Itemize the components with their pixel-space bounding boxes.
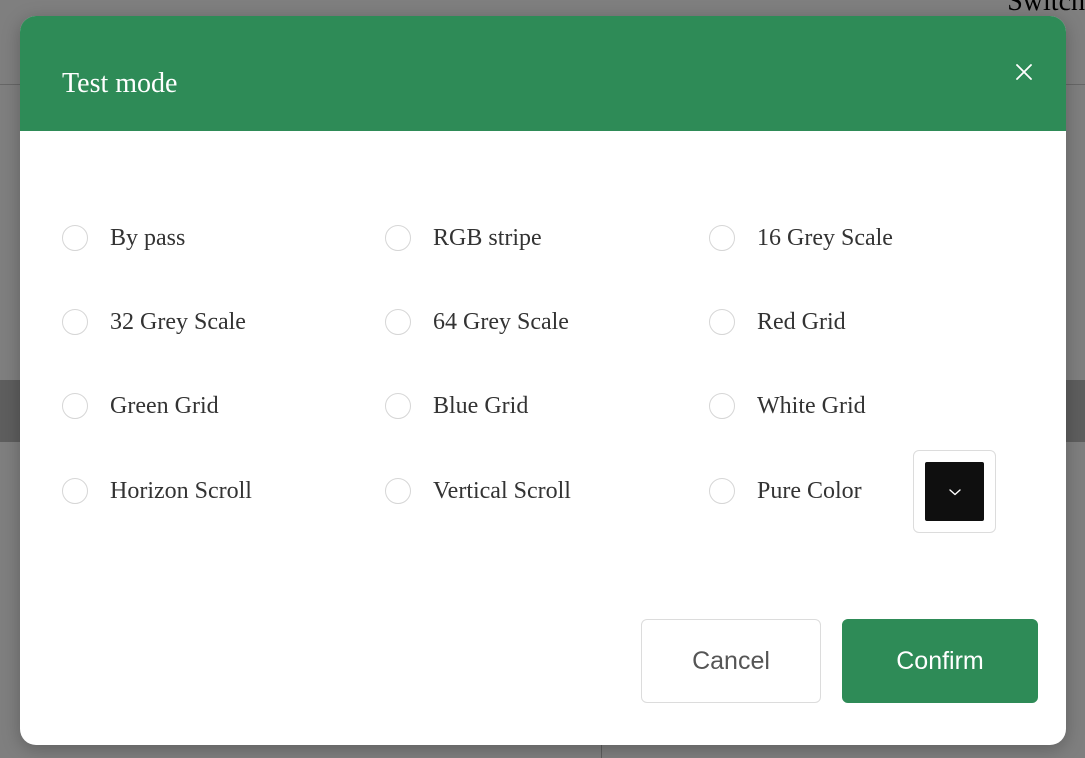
- radio-button[interactable]: [709, 393, 735, 419]
- option-16-grey-scale[interactable]: 16 Grey Scale: [709, 220, 893, 256]
- radio-button[interactable]: [62, 225, 88, 251]
- dialog-header: Test mode: [20, 16, 1066, 131]
- option-32-grey-scale[interactable]: 32 Grey Scale: [62, 304, 246, 340]
- option-red-grid[interactable]: Red Grid: [709, 304, 846, 340]
- option-pure-color[interactable]: Pure Color: [709, 473, 862, 509]
- option-label: Horizon Scroll: [110, 477, 252, 504]
- option-green-grid[interactable]: Green Grid: [62, 388, 219, 424]
- radio-button[interactable]: [709, 225, 735, 251]
- pure-color-picker[interactable]: [913, 450, 996, 533]
- option-label: Pure Color: [757, 477, 862, 504]
- option-label: 32 Grey Scale: [110, 308, 246, 335]
- radio-button[interactable]: [62, 393, 88, 419]
- option-64-grey-scale[interactable]: 64 Grey Scale: [385, 304, 569, 340]
- option-label: Red Grid: [757, 308, 846, 335]
- radio-button[interactable]: [385, 309, 411, 335]
- option-label: 16 Grey Scale: [757, 224, 893, 251]
- option-blue-grid[interactable]: Blue Grid: [385, 388, 528, 424]
- option-label: By pass: [110, 224, 186, 251]
- option-white-grid[interactable]: White Grid: [709, 388, 866, 424]
- radio-button[interactable]: [709, 309, 735, 335]
- cancel-button[interactable]: Cancel: [641, 619, 821, 703]
- option-vertical-scroll[interactable]: Vertical Scroll: [385, 473, 571, 509]
- color-swatch: [925, 462, 984, 521]
- radio-button[interactable]: [62, 478, 88, 504]
- radio-button[interactable]: [709, 478, 735, 504]
- dialog-title: Test mode: [62, 68, 178, 99]
- chevron-down-icon: [948, 488, 961, 495]
- close-button[interactable]: [1012, 60, 1036, 84]
- option-label: Green Grid: [110, 392, 219, 419]
- radio-button[interactable]: [385, 225, 411, 251]
- test-mode-dialog: Test mode By pass RGB stripe 16 Grey Sca…: [20, 16, 1066, 745]
- option-label: Vertical Scroll: [433, 477, 571, 504]
- option-label: RGB stripe: [433, 224, 542, 251]
- option-label: 64 Grey Scale: [433, 308, 569, 335]
- option-label: Blue Grid: [433, 392, 529, 419]
- radio-button[interactable]: [62, 309, 88, 335]
- option-by-pass[interactable]: By pass: [62, 220, 185, 256]
- close-icon: [1016, 64, 1032, 80]
- radio-button[interactable]: [385, 478, 411, 504]
- option-rgb-stripe[interactable]: RGB stripe: [385, 220, 542, 256]
- radio-button[interactable]: [385, 393, 411, 419]
- option-label: White Grid: [757, 392, 866, 419]
- confirm-button[interactable]: Confirm: [842, 619, 1038, 703]
- option-horizon-scroll[interactable]: Horizon Scroll: [62, 473, 252, 509]
